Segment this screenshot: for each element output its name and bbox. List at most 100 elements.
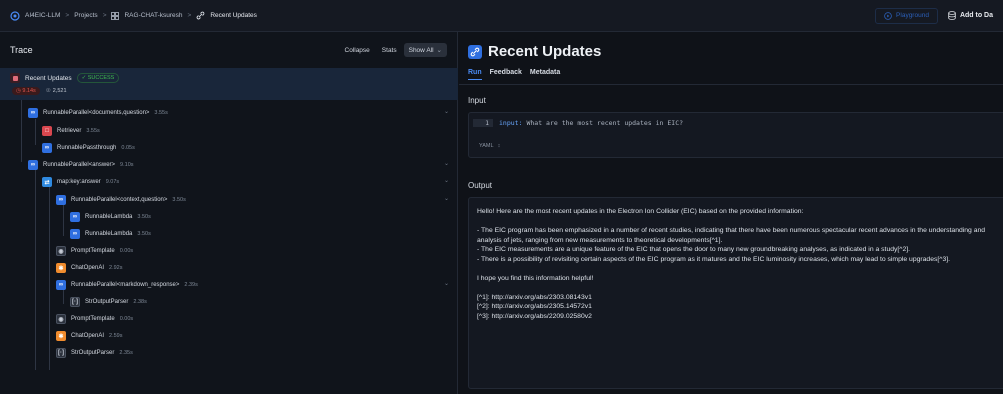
- link-icon: ∞: [56, 280, 66, 290]
- show-all-dropdown[interactable]: Show All ⌄: [403, 43, 447, 57]
- breadcrumb-org[interactable]: AI4EIC-LLM: [25, 12, 60, 19]
- node-latency: 3.50s: [137, 231, 151, 237]
- node-latency: 0.05s: [121, 145, 135, 151]
- node-latency: 3.50s: [137, 214, 151, 220]
- breadcrumb-project[interactable]: RAG-CHAT-ksuresh: [124, 12, 182, 19]
- token-icon: ☉: [45, 88, 51, 94]
- output-closing: I hope you find this information helpful…: [477, 274, 594, 282]
- project-grid-icon: [111, 11, 120, 20]
- org-icon: [10, 10, 20, 21]
- node-name: PromptTemplate: [71, 316, 115, 322]
- node-latency: 2.39s: [184, 282, 198, 288]
- trace-node[interactable]: ∞ RunnableParallel<markdown_response> 2.…: [56, 280, 198, 290]
- chevron-down-icon[interactable]: ⌄: [444, 108, 449, 115]
- node-name: ChatOpenAI: [71, 265, 105, 271]
- run-title: Recent Updates: [468, 43, 601, 60]
- llm-icon: ✱: [56, 331, 66, 341]
- node-latency: 0.00s: [119, 248, 134, 254]
- chevron-down-icon[interactable]: ⌄: [444, 160, 449, 167]
- link-icon: [196, 11, 205, 20]
- trace-root-row[interactable]: Recent Updates ✓ SUCCESS ◷ 9.14s ☉ 2,521: [0, 68, 458, 100]
- trace-node[interactable]: ∞ RunnableParallel<documents,question> 3…: [28, 108, 168, 118]
- format-selector[interactable]: YAML ↕: [479, 143, 500, 149]
- llm-icon: ✱: [56, 263, 66, 273]
- tabs-divider: [459, 84, 1003, 85]
- node-latency: 0.00s: [119, 316, 134, 322]
- node-name: RunnableParallel<answer>: [43, 162, 116, 168]
- trace-node[interactable]: ◉ PromptTemplate 0.00s: [56, 246, 133, 256]
- node-name: RunnableParallel<markdown_response>: [71, 282, 180, 288]
- node-latency: 3.55s: [86, 128, 100, 134]
- breadcrumb-projects[interactable]: Projects: [74, 12, 97, 19]
- trace-node[interactable]: [·] StrOutputParser 2.35s: [56, 348, 133, 358]
- input-label: Input: [468, 96, 486, 105]
- tab-run[interactable]: Run: [468, 69, 482, 80]
- input-viewer[interactable]: 1 input: What are the most recent update…: [468, 112, 1003, 158]
- link-icon: ∞: [28, 160, 38, 170]
- node-latency: 2.92s: [109, 265, 123, 271]
- output-reference: [^3]: http://arxiv.org/abs/2209.02580v2: [477, 312, 592, 320]
- node-name: ChatOpenAI: [71, 333, 105, 339]
- token-count: ☉ 2,521: [46, 88, 67, 94]
- trace-node[interactable]: ∞ RunnableParallel<context,question> 3.5…: [56, 195, 186, 205]
- chevron-down-icon[interactable]: ⌄: [444, 177, 449, 184]
- link-icon: [468, 44, 482, 59]
- tree-line: [63, 200, 64, 236]
- add-to-dataset-label: Add to Da: [959, 12, 993, 19]
- output-reference: [^2]: http://arxiv.org/abs/2305.14572v1: [477, 303, 592, 310]
- output-point: - The EIC program has been emphasized in…: [477, 227, 986, 244]
- trace-node[interactable]: ✱ ChatOpenAI 2.59s: [56, 331, 123, 341]
- trace-node[interactable]: ∞ RunnableLambda 3.50s: [70, 212, 151, 222]
- playground-label: Playground: [896, 12, 929, 19]
- map-icon: ⇄: [42, 177, 52, 187]
- tree-line: [49, 182, 50, 370]
- trace-node[interactable]: ∞ RunnableParallel<answer> 9.10s: [28, 160, 134, 170]
- breadcrumb-current: Recent Updates: [210, 12, 257, 19]
- prompt-icon: ◉: [56, 246, 66, 256]
- tree-line: [35, 119, 36, 145]
- run-title-text: Recent Updates: [488, 43, 602, 60]
- trace-node[interactable]: ◉ PromptTemplate 0.00s: [56, 314, 133, 324]
- trace-node[interactable]: ⇄ map:key:answer 9.07s: [42, 177, 119, 187]
- output-label: Output: [468, 181, 493, 190]
- playground-button[interactable]: Playground: [875, 7, 938, 24]
- stats-button[interactable]: Stats: [377, 44, 402, 57]
- run-detail-panel: Recent Updates Run Feedback Metadata Inp…: [459, 32, 1003, 394]
- token-value: 2,521: [52, 88, 67, 94]
- node-latency: 9.07s: [105, 179, 120, 185]
- node-name: Retriever: [57, 128, 82, 134]
- trace-node[interactable]: ∞ RunnablePassthrough 0.05s: [42, 143, 135, 153]
- root-name: Recent Updates: [25, 74, 72, 82]
- output-intro: Hello! Here are the most recent updates …: [477, 208, 804, 215]
- node-name: map:key:answer: [57, 179, 101, 185]
- latency-badge: ◷ 9.14s: [12, 87, 40, 95]
- sort-icon: ↕: [497, 143, 501, 149]
- show-all-label: Show All: [408, 46, 434, 54]
- add-to-dataset-button[interactable]: Add to Da: [948, 11, 993, 20]
- node-name: StrOutputParser: [85, 299, 129, 305]
- trace-node[interactable]: [·] StrOutputParser 2.38s: [70, 297, 147, 307]
- trace-node[interactable]: ✱ ChatOpenAI 2.92s: [56, 263, 123, 273]
- node-name: RunnableParallel<context,question>: [71, 197, 168, 203]
- trace-header: Trace Collapse Stats Show All ⌄: [0, 32, 457, 68]
- input-key: input:: [499, 119, 523, 127]
- tab-feedback[interactable]: Feedback: [490, 69, 522, 80]
- tab-metadata[interactable]: Metadata: [530, 69, 560, 80]
- detail-tabs: Run Feedback Metadata: [468, 69, 560, 80]
- play-icon: [884, 11, 892, 20]
- breadcrumb: AI4EIC-LLM > Projects > RAG-CHAT-ksuresh…: [10, 10, 257, 21]
- trace-node[interactable]: □ Retriever 3.55s: [42, 126, 100, 136]
- trace-node[interactable]: ∞ RunnableLambda 3.50s: [70, 229, 151, 239]
- chevron-down-icon[interactable]: ⌄: [444, 195, 449, 202]
- node-name: RunnableParallel<documents,question>: [43, 110, 150, 116]
- link-icon: ∞: [28, 108, 38, 118]
- chevron-right-icon: >: [102, 12, 107, 19]
- node-latency: 2.35s: [119, 350, 133, 356]
- output-viewer: Hello! Here are the most recent updates …: [468, 197, 1003, 389]
- node-latency: 3.55s: [154, 110, 168, 116]
- collapse-button[interactable]: Collapse: [340, 44, 375, 57]
- chevron-down-icon[interactable]: ⌄: [444, 280, 449, 287]
- trace-title: Trace: [10, 45, 33, 55]
- output-reference: [^1]: http://arxiv.org/abs/2303.08143v1: [477, 293, 592, 301]
- chevron-right-icon: >: [65, 12, 70, 19]
